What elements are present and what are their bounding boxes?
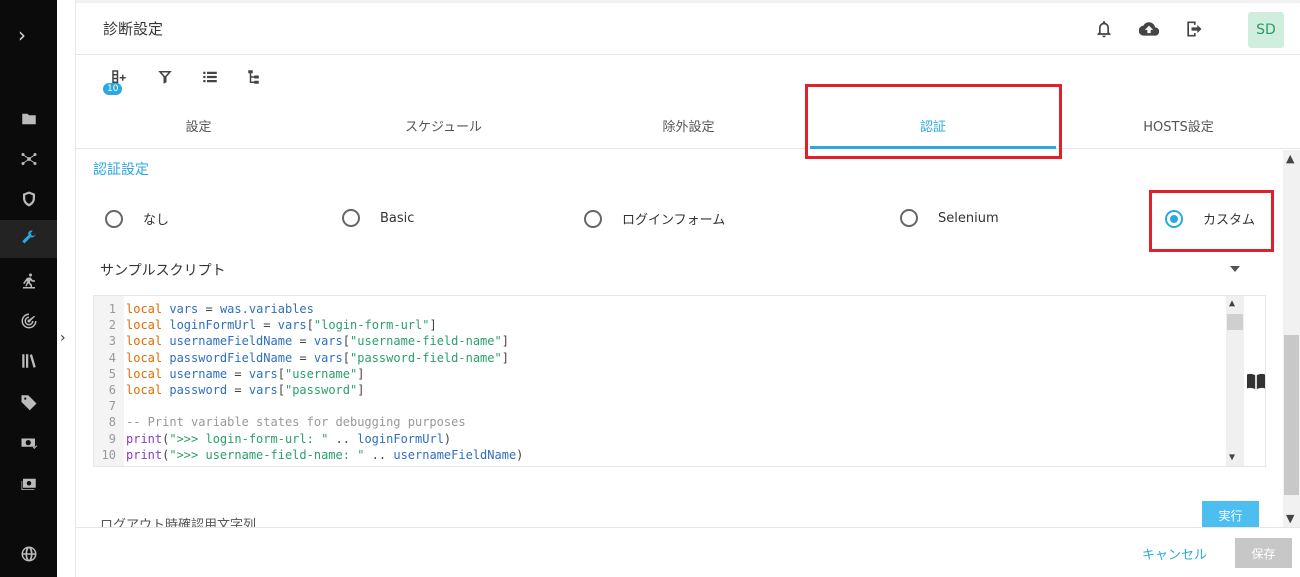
line-number: 2	[108, 318, 116, 333]
line-number: 7	[108, 399, 116, 414]
code-line[interactable]: 3 local usernameFieldName = vars["usernam…	[94, 333, 1235, 349]
code-line[interactable]: 6 local password = vars["password"]	[94, 382, 1235, 398]
auth-content: 認証設定 なし Basic ログインフォーム Selenium カスタム サンプ…	[76, 150, 1283, 527]
scroll-thumb[interactable]	[1227, 314, 1243, 330]
scroll-thumb[interactable]	[1284, 335, 1299, 495]
code-text[interactable]: local password = vars["password"]	[122, 382, 364, 398]
tab-settings[interactable]: 設定	[126, 101, 271, 149]
scroll-up-icon[interactable]: ▲	[1286, 152, 1294, 165]
left-sidebar: ›	[0, 0, 57, 577]
cancel-button[interactable]: キャンセル	[1142, 544, 1207, 563]
code-text[interactable]: -- Print variable states for debugging p…	[122, 414, 466, 430]
code-line[interactable]: 9 print(">>> login-form-url: " .. loginFo…	[94, 431, 1235, 447]
scroll-down-icon[interactable]: ▼	[1229, 452, 1235, 463]
line-number: 3	[108, 334, 116, 349]
code-line[interactable]: 4 local passwordFieldName = vars["passwor…	[94, 350, 1235, 366]
expand-sidebar-icon[interactable]: ›	[18, 23, 26, 47]
network-icon[interactable]	[0, 140, 57, 178]
section-title: 認証設定	[93, 162, 149, 178]
wrench-icon[interactable]	[0, 220, 57, 258]
globe-icon[interactable]	[0, 535, 57, 573]
chevron-right-icon[interactable]: ›	[60, 330, 66, 346]
code-text[interactable]: local username = vars["username"]	[122, 366, 364, 382]
tab-hosts[interactable]: HOSTS設定	[1106, 101, 1251, 149]
code-line[interactable]: 2 local loginFormUrl = vars["login-form-u…	[94, 317, 1235, 333]
logout-check-label: ログアウト時確認用文字列	[100, 518, 257, 527]
radio-none[interactable]: なし	[105, 209, 169, 228]
logout-icon[interactable]	[1184, 19, 1204, 39]
money-icon[interactable]	[0, 424, 57, 462]
cloud-upload-icon[interactable]	[1138, 19, 1160, 39]
footer: キャンセル 保存	[76, 527, 1300, 577]
radio-selenium[interactable]: Selenium	[900, 209, 999, 227]
count-badge: 10	[103, 83, 123, 95]
line-number: 10	[101, 447, 116, 462]
code-editor[interactable]: 1 local vars = was.variables 2 local loginF…	[93, 295, 1266, 467]
code-lines[interactable]: 1 local vars = was.variables 2 local loginF…	[94, 301, 1235, 463]
line-number: 1	[108, 302, 116, 316]
radar-icon[interactable]	[0, 302, 57, 340]
shield-icon[interactable]	[0, 180, 57, 218]
tree-icon[interactable]	[246, 68, 266, 88]
scroll-up-icon[interactable]: ▲	[1229, 298, 1235, 309]
payment-icon[interactable]	[0, 465, 57, 503]
highlight-box	[1149, 190, 1274, 252]
page-header: 診断設定 SD	[76, 0, 1300, 55]
code-text[interactable]: print(">>> login-form-url: " .. loginFor…	[122, 431, 451, 447]
page-title: 診断設定	[103, 20, 164, 38]
main-scrollbar[interactable]: ▲ ▼	[1283, 150, 1300, 527]
radio-circle[interactable]	[584, 209, 602, 228]
code-text[interactable]: local loginFormUrl = vars["login-form-ur…	[122, 317, 437, 333]
highlight-box	[805, 84, 1062, 159]
tag-icon[interactable]	[0, 383, 57, 421]
code-text[interactable]: print(">>> username-field-name: " .. use…	[122, 447, 523, 463]
save-button[interactable]: 保存	[1235, 538, 1292, 568]
run-button[interactable]: 実行	[1202, 501, 1259, 527]
radio-label: Selenium	[938, 210, 999, 226]
radio-basic[interactable]: Basic	[342, 209, 414, 227]
sample-script-label: サンプルスクリプト	[100, 263, 226, 279]
tab-exclusion[interactable]: 除外設定	[616, 101, 761, 149]
radio-label: ログインフォーム	[622, 213, 726, 228]
line-number: 5	[108, 366, 116, 381]
code-line[interactable]: 10 print(">>> username-field-name: " .. u…	[94, 447, 1235, 463]
radio-circle[interactable]	[900, 209, 918, 227]
scroll-down-icon[interactable]: ▼	[1286, 512, 1294, 525]
line-number: 4	[108, 350, 116, 365]
code-line[interactable]: 7	[94, 398, 1235, 414]
folder-icon[interactable]	[0, 100, 57, 138]
library-icon[interactable]	[0, 342, 57, 380]
code-line[interactable]: 1 local vars = was.variables	[94, 301, 1235, 317]
code-line[interactable]: 8 -- Print variable states for debugging …	[94, 414, 1235, 430]
editor-scrollbar[interactable]: ▲ ▼	[1226, 296, 1244, 466]
book-icon[interactable]	[1246, 372, 1266, 394]
radio-label: なし	[143, 213, 170, 228]
chevron-down-icon[interactable]	[1230, 266, 1240, 272]
code-line[interactable]: 5 local username = vars["username"]	[94, 366, 1235, 382]
line-number: 6	[108, 382, 116, 397]
line-number: 8	[108, 415, 116, 430]
radio-circle[interactable]	[105, 209, 123, 228]
filter-icon[interactable]	[156, 68, 176, 88]
code-text[interactable]: local vars = was.variables	[122, 301, 314, 317]
radio-label: Basic	[380, 210, 415, 226]
code-text[interactable]: local passwordFieldName = vars["password…	[122, 350, 509, 366]
list-icon[interactable]	[201, 68, 221, 88]
tab-bar: 設定 スケジュール 除外設定 認証 HOSTS設定	[76, 101, 1300, 149]
radio-circle[interactable]	[342, 209, 360, 227]
avatar[interactable]: SD	[1248, 12, 1284, 48]
line-number: 9	[108, 431, 116, 446]
run-person-icon[interactable]	[0, 262, 57, 300]
toolbar: 10	[76, 55, 1300, 101]
radio-login-form[interactable]: ログインフォーム	[584, 209, 725, 228]
tab-schedule[interactable]: スケジュール	[371, 101, 516, 149]
code-text[interactable]	[122, 398, 126, 414]
secondary-panel-edge: ›	[57, 0, 76, 577]
bell-icon[interactable]	[1094, 19, 1114, 39]
code-text[interactable]: local usernameFieldName = vars["username…	[122, 333, 509, 349]
